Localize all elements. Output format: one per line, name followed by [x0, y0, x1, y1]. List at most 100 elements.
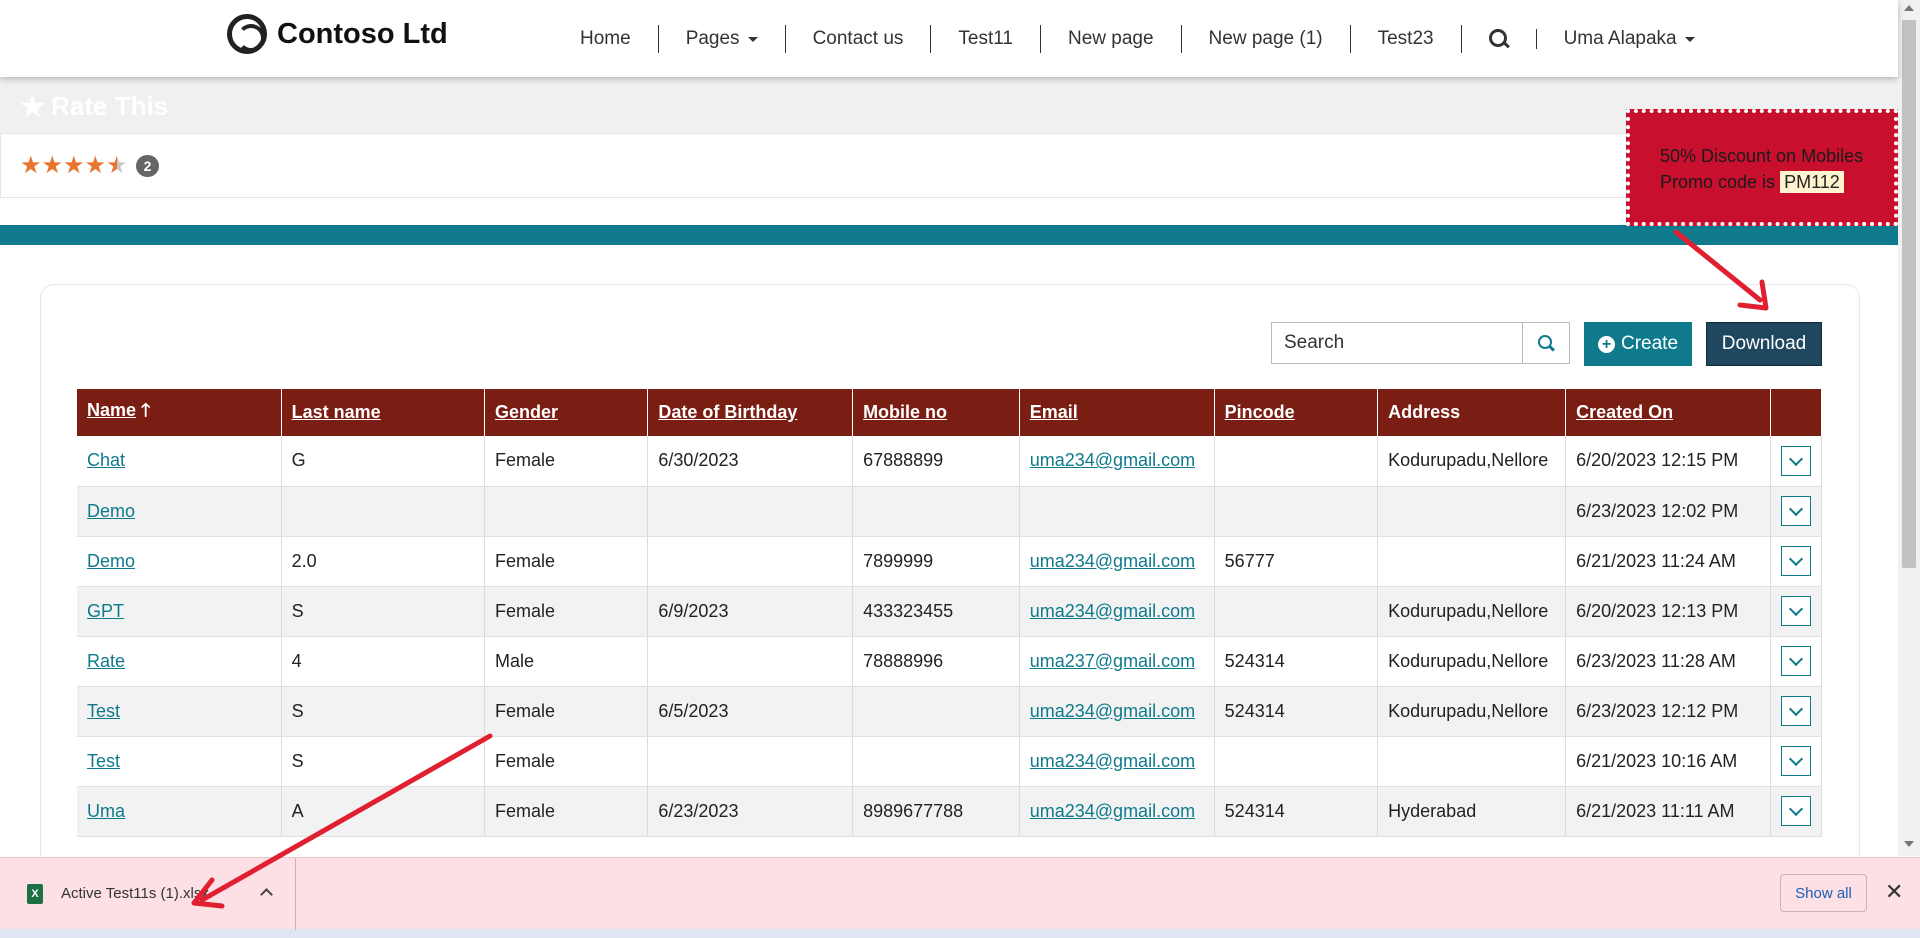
cell-actions [1770, 736, 1823, 787]
nav-user-menu[interactable]: Uma Alapaka [1537, 25, 1722, 53]
record-link[interactable]: Test [87, 751, 120, 771]
record-link[interactable]: Uma [87, 801, 125, 821]
cell-name[interactable]: GPT [77, 586, 282, 637]
create-button[interactable]: + Create [1584, 322, 1692, 366]
downloaded-file-item[interactable]: X Active Test11s (1).xlsx [0, 858, 296, 930]
search-icon [1537, 334, 1555, 352]
cell-email[interactable]: uma234@gmail.com [1019, 436, 1215, 487]
scroll-thumb[interactable] [1902, 20, 1916, 568]
create-label: Create [1620, 333, 1679, 354]
row-menu-chevron-icon[interactable] [1780, 596, 1811, 626]
star-icon[interactable]: ★ [20, 154, 42, 178]
cell-gender [484, 486, 649, 537]
cell-pincode [1214, 736, 1379, 787]
top-navbar: Contoso Ltd Home Pages Contact us Test11… [0, 0, 1898, 77]
cell-last-name [281, 486, 485, 537]
scroll-up-arrow-icon[interactable] [1904, 5, 1914, 11]
table-row: Test S Female uma234@gmail.com 6/21/2023… [77, 736, 1823, 787]
nav-test11[interactable]: Test11 [931, 25, 1041, 53]
cell-address: Hyderabad [1377, 786, 1567, 837]
record-link[interactable]: Demo [87, 501, 135, 521]
cell-mobile [852, 486, 1020, 537]
nav-pages-label: Pages [685, 28, 740, 49]
scroll-down-arrow-icon[interactable] [1904, 841, 1914, 847]
cell-email[interactable]: uma237@gmail.com [1019, 636, 1215, 687]
cell-name[interactable]: Test [77, 686, 282, 737]
col-name[interactable]: Name 🡑 [77, 389, 282, 436]
cell-name[interactable]: Demo [77, 486, 282, 537]
nav-new-page[interactable]: New page [1041, 25, 1182, 53]
col-gender[interactable]: Gender [484, 389, 649, 436]
cell-email[interactable]: uma234@gmail.com [1019, 786, 1215, 837]
cell-pincode [1214, 586, 1379, 637]
star-icon[interactable]: ★ [63, 154, 85, 178]
cell-last-name: 4 [281, 636, 485, 687]
promo-line1: 50% Discount on Mobiles [1660, 146, 1864, 166]
cell-mobile: 7899999 [852, 536, 1020, 587]
close-icon[interactable]: ✕ [1885, 880, 1903, 904]
cell-created-on: 6/23/2023 12:02 PM [1565, 486, 1771, 537]
row-menu-chevron-icon[interactable] [1780, 445, 1811, 476]
col-last-name[interactable]: Last name [281, 389, 485, 436]
download-button[interactable]: Download [1706, 322, 1822, 366]
brand[interactable]: Contoso Ltd [227, 14, 448, 54]
row-menu-chevron-icon[interactable] [1780, 496, 1811, 526]
nav-contact-us[interactable]: Contact us [786, 25, 932, 53]
show-all-button[interactable]: Show all [1780, 874, 1867, 912]
row-menu-chevron-icon[interactable] [1780, 546, 1811, 576]
cell-last-name: S [281, 686, 485, 737]
nav-pages[interactable]: Pages [659, 25, 786, 53]
col-created-on[interactable]: Created On [1565, 389, 1771, 436]
record-link[interactable]: GPT [87, 601, 124, 621]
cell-name[interactable]: Chat [77, 436, 282, 487]
table-row: Rate 4 Male 78888996 uma237@gmail.com 52… [77, 636, 1823, 687]
col-dob[interactable]: Date of Birthday [647, 389, 854, 436]
record-link[interactable]: Test [87, 701, 120, 721]
cell-email[interactable] [1019, 486, 1215, 537]
star-rating[interactable]: ★ ★ ★ ★ ★ 2 [20, 154, 160, 178]
cell-actions [1770, 586, 1823, 637]
star-icon[interactable]: ★ [85, 154, 107, 178]
search-button[interactable] [1522, 322, 1570, 364]
nav-test23[interactable]: Test23 [1351, 25, 1462, 53]
col-email-label: Email [1029, 402, 1078, 422]
cell-actions [1770, 436, 1823, 487]
row-menu-chevron-icon[interactable] [1780, 646, 1811, 676]
cell-email[interactable]: uma234@gmail.com [1019, 586, 1215, 637]
cell-last-name: S [281, 736, 485, 787]
record-link[interactable]: Chat [87, 450, 125, 470]
chevron-up-icon[interactable] [260, 888, 273, 901]
search-input[interactable]: Search [1271, 322, 1523, 364]
cell-name[interactable]: Uma [77, 786, 282, 837]
user-name: Uma Alapaka [1563, 28, 1677, 49]
nav-search[interactable] [1462, 29, 1537, 49]
cell-name[interactable]: Test [77, 736, 282, 787]
rate-title-text: Rate This [51, 91, 169, 121]
table-header-row: Name 🡑 Last name Gender Date of Birthday… [77, 389, 1823, 436]
cell-pincode: 524314 [1214, 636, 1379, 687]
nav-home[interactable]: Home [553, 25, 659, 53]
cell-last-name: A [281, 786, 485, 837]
cell-actions [1770, 486, 1823, 537]
nav-new-page-1[interactable]: New page (1) [1182, 25, 1351, 53]
col-pincode[interactable]: Pincode [1214, 389, 1379, 436]
col-mobile[interactable]: Mobile no [852, 389, 1020, 436]
cell-name[interactable]: Rate [77, 636, 282, 687]
star-icon[interactable]: ★ [42, 154, 64, 178]
row-menu-chevron-icon[interactable] [1780, 696, 1811, 726]
brand-name: Contoso Ltd [277, 17, 448, 50]
col-dob-label: Date of Birthday [658, 402, 798, 422]
page-scrollbar[interactable] [1898, 0, 1920, 856]
cell-email[interactable]: uma234@gmail.com [1019, 686, 1215, 737]
cell-email[interactable]: uma234@gmail.com [1019, 536, 1215, 587]
row-menu-chevron-icon[interactable] [1780, 746, 1811, 776]
row-menu-chevron-icon[interactable] [1780, 796, 1811, 826]
downloaded-file-name[interactable]: Active Test11s (1).xlsx [61, 885, 209, 902]
half-star-icon[interactable]: ★ [106, 154, 128, 178]
record-link[interactable]: Demo [87, 551, 135, 571]
cell-name[interactable]: Demo [77, 536, 282, 587]
record-link[interactable]: Rate [87, 651, 125, 671]
col-email[interactable]: Email [1019, 389, 1215, 436]
cell-email[interactable]: uma234@gmail.com [1019, 736, 1215, 787]
cell-address: Kodurupadu,Nellore [1377, 586, 1567, 637]
